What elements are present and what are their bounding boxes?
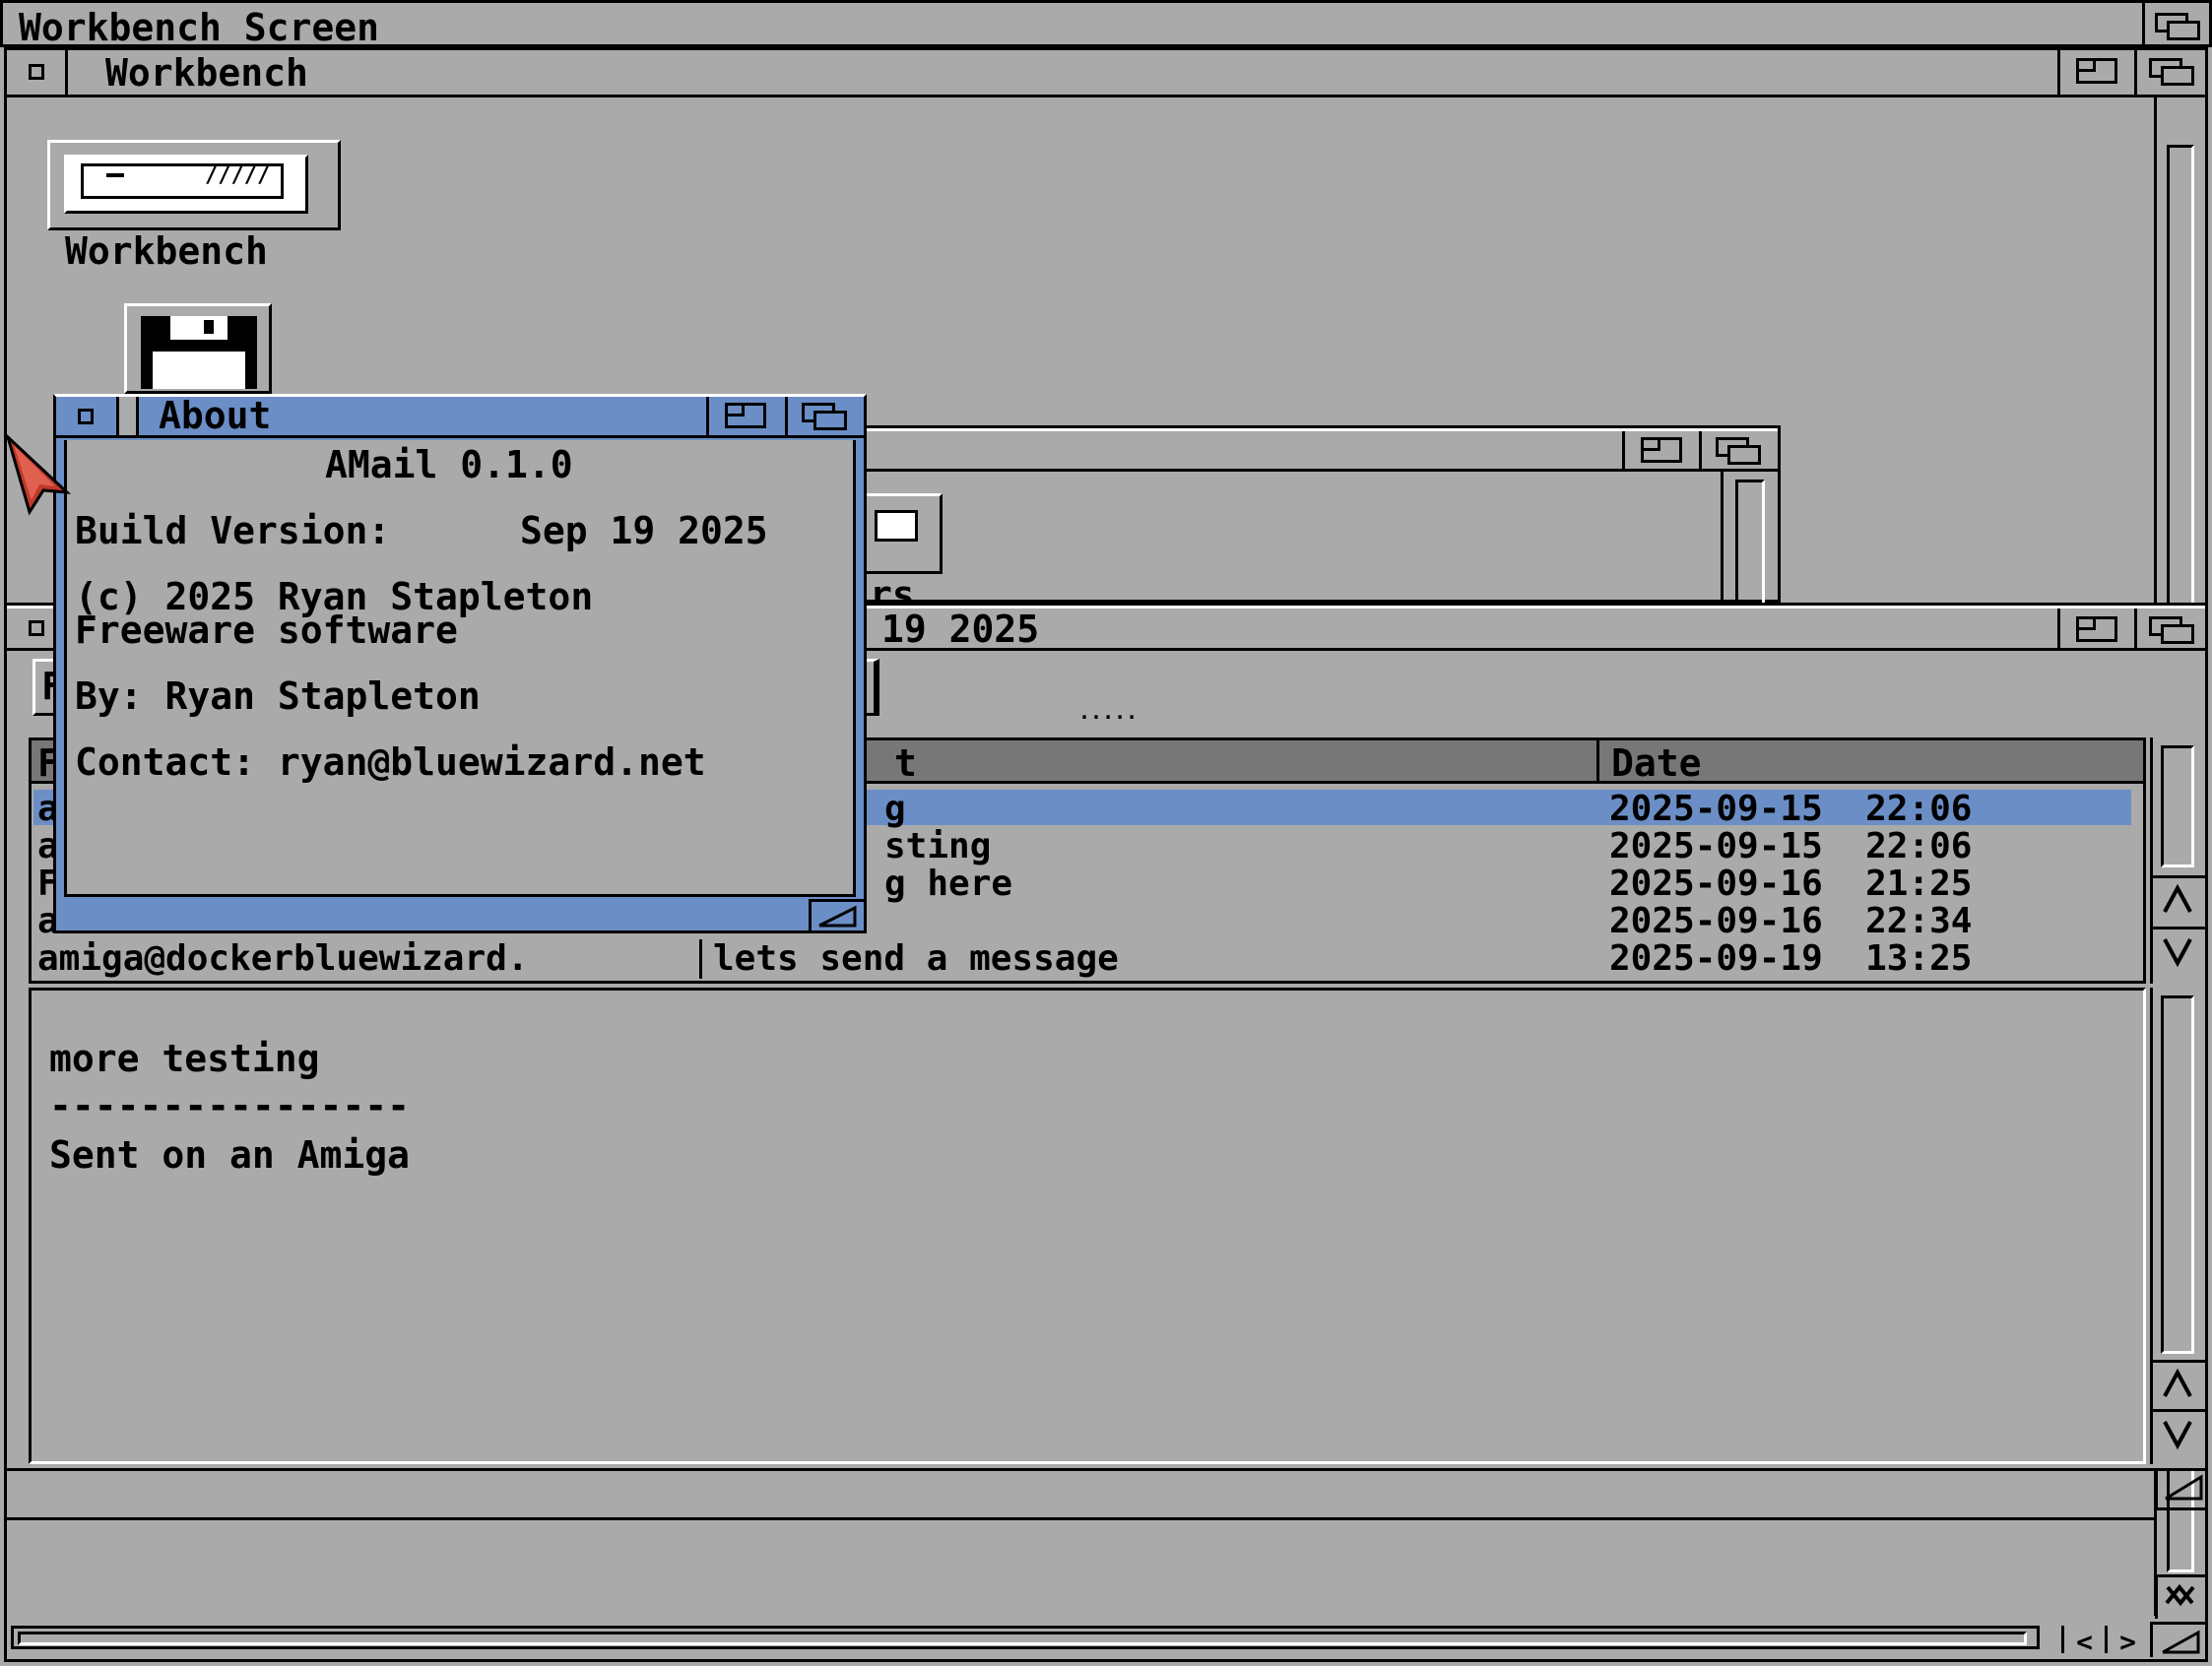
amail-zoom-button[interactable] (2057, 609, 2134, 651)
arrow-down-icon (2163, 1421, 2192, 1450)
close-icon (29, 64, 44, 80)
floppy-shutter (170, 316, 228, 340)
close-icon (78, 409, 94, 424)
zoom-icon-inner (2076, 58, 2096, 72)
depth-icon-front (2167, 21, 2200, 40)
message-line: Sent on an Amiga (49, 1133, 411, 1177)
scroll-left-button[interactable]: < (2061, 1626, 2105, 1658)
message-body[interactable]: more testing ---------------- Sent on an… (29, 988, 2146, 1464)
about-zoom-button[interactable] (706, 397, 785, 435)
about-close-button[interactable] (56, 397, 119, 435)
zoom-icon-inner (1641, 437, 1660, 451)
message-body-scrollbar[interactable] (2150, 988, 2205, 1464)
table-row[interactable]: amiga@dockerbluewizard. lets send a mess… (33, 938, 2131, 979)
message-line: more testing (49, 1037, 320, 1080)
amail-window-title: 19 2025 (881, 608, 1040, 651)
about-license: Freeware software (75, 609, 458, 652)
message-line: ---------------- (49, 1084, 411, 1127)
column-header-subject-label: t (894, 741, 917, 785)
row-column-divider (699, 939, 702, 979)
row-subject: g here (884, 864, 1013, 904)
drawer-depth-button[interactable] (1699, 431, 1778, 472)
harddisk-hatch: ///// (205, 163, 271, 188)
row-date: 2025-09-15 22:06 (1609, 826, 1973, 866)
about-contact: Contact: ryan@bluewizard.net (75, 740, 706, 784)
about-window-title: About (159, 394, 272, 437)
about-title-bar-fill (119, 397, 139, 435)
workbench-depth-button[interactable] (2134, 50, 2205, 95)
harddisk-icon: ///// (64, 155, 308, 214)
about-size-gadget[interactable] (809, 899, 864, 930)
drawer-zoom-button[interactable] (1622, 431, 1699, 472)
about-title-bar: About (56, 397, 864, 438)
mouse-pointer-icon (5, 433, 72, 516)
about-content: AMail 0.1.0 Build Version: Sep 19 2025 (… (64, 440, 856, 897)
workbench-window-title: Workbench (105, 51, 308, 95)
row-subject: sting (884, 826, 992, 866)
amail-depth-button[interactable] (2134, 609, 2205, 651)
floppy-shutter-hole (204, 320, 214, 334)
workbench-bottom-bar (7, 1517, 2154, 1523)
pane-divider-handle[interactable]: ..... (1078, 702, 1138, 722)
floppy-body (141, 316, 257, 389)
arrow-up-icon (2163, 883, 2192, 913)
workbench-size-gadget[interactable] (2150, 1622, 2205, 1657)
list-scroll-down-button[interactable] (2153, 927, 2205, 978)
scroll-right-button[interactable]: > (2105, 1626, 2148, 1658)
harddisk-led (106, 173, 124, 177)
resize-icon (2165, 1474, 2203, 1501)
workbench-h-scroll-knob[interactable] (18, 1632, 2027, 1645)
message-list-scroll-knob[interactable] (2161, 745, 2194, 867)
row-subject: lets send a message (713, 938, 1119, 979)
arrow-down-icon (2163, 938, 2192, 968)
message-body-scroll-knob[interactable] (2161, 995, 2194, 1354)
list-scroll-up-button[interactable] (2153, 875, 2205, 925)
workbench-horizontal-scrollbar[interactable] (11, 1626, 2040, 1649)
row-date: 2025-09-19 13:25 (1609, 938, 1973, 979)
depth-icon-front (2161, 66, 2194, 86)
screen-title: Workbench Screen (19, 6, 380, 49)
body-scroll-up-button[interactable] (2153, 1360, 2205, 1409)
about-author: By: Ryan Stapleton (75, 674, 481, 718)
column-header-date[interactable]: Date (1599, 740, 2143, 785)
zoom-icon-inner (725, 403, 745, 416)
row-date: 2025-09-16 22:34 (1609, 901, 1973, 941)
about-build-label: Build Version: (75, 509, 391, 552)
amail-size-gadget[interactable] (2155, 1471, 2208, 1510)
message-list-scrollbar[interactable] (2150, 737, 2205, 984)
workbench-zoom-button[interactable] (2057, 50, 2134, 95)
resize-icon (818, 905, 857, 928)
body-scroll-down-button[interactable] (2153, 1409, 2205, 1460)
depth-icon-front (813, 411, 847, 430)
drawer-icon-box (875, 510, 918, 542)
workbench-drive-icon[interactable]: ///// (47, 140, 341, 230)
row-date: 2025-09-15 22:06 (1609, 789, 1973, 829)
row-subject: g (884, 789, 906, 829)
column-header-date-label: Date (1611, 741, 1702, 785)
about-depth-button[interactable] (785, 397, 864, 435)
workbench-close-button[interactable] (7, 50, 68, 95)
arrow-up-icon (2163, 1368, 2192, 1397)
drawer-icon[interactable] (864, 493, 943, 574)
about-window: About AMail 0.1.0 Build Version: Sep 19 … (53, 394, 867, 933)
screen-depth-button[interactable] (2142, 3, 2209, 47)
depth-icon-front (2161, 624, 2194, 644)
floppy-label (153, 352, 245, 389)
workbench-drive-label: Workbench (65, 229, 268, 273)
resize-icon (2162, 1630, 2200, 1654)
depth-icon-front (1727, 445, 1761, 465)
about-app-name: AMail 0.1.0 (325, 443, 573, 486)
workbench-window-title-bar: Workbench (7, 50, 2205, 97)
scroll-down-button-lower[interactable] (2155, 1575, 2206, 1619)
screen-title-bar: Workbench Screen (0, 0, 2212, 47)
row-from: amiga@dockerbluewizard. (37, 938, 529, 979)
row-date: 2025-09-16 21:25 (1609, 864, 1973, 904)
about-build-date: Sep 19 2025 (520, 509, 768, 552)
zoom-icon-inner (2076, 616, 2096, 630)
floppy-disk-icon[interactable] (124, 303, 272, 394)
arrow-down-icon (2166, 1585, 2195, 1607)
drawer-scroll-knob[interactable] (1735, 480, 1765, 608)
close-icon (29, 620, 44, 636)
drawer-scrollbar[interactable] (1721, 472, 1778, 608)
